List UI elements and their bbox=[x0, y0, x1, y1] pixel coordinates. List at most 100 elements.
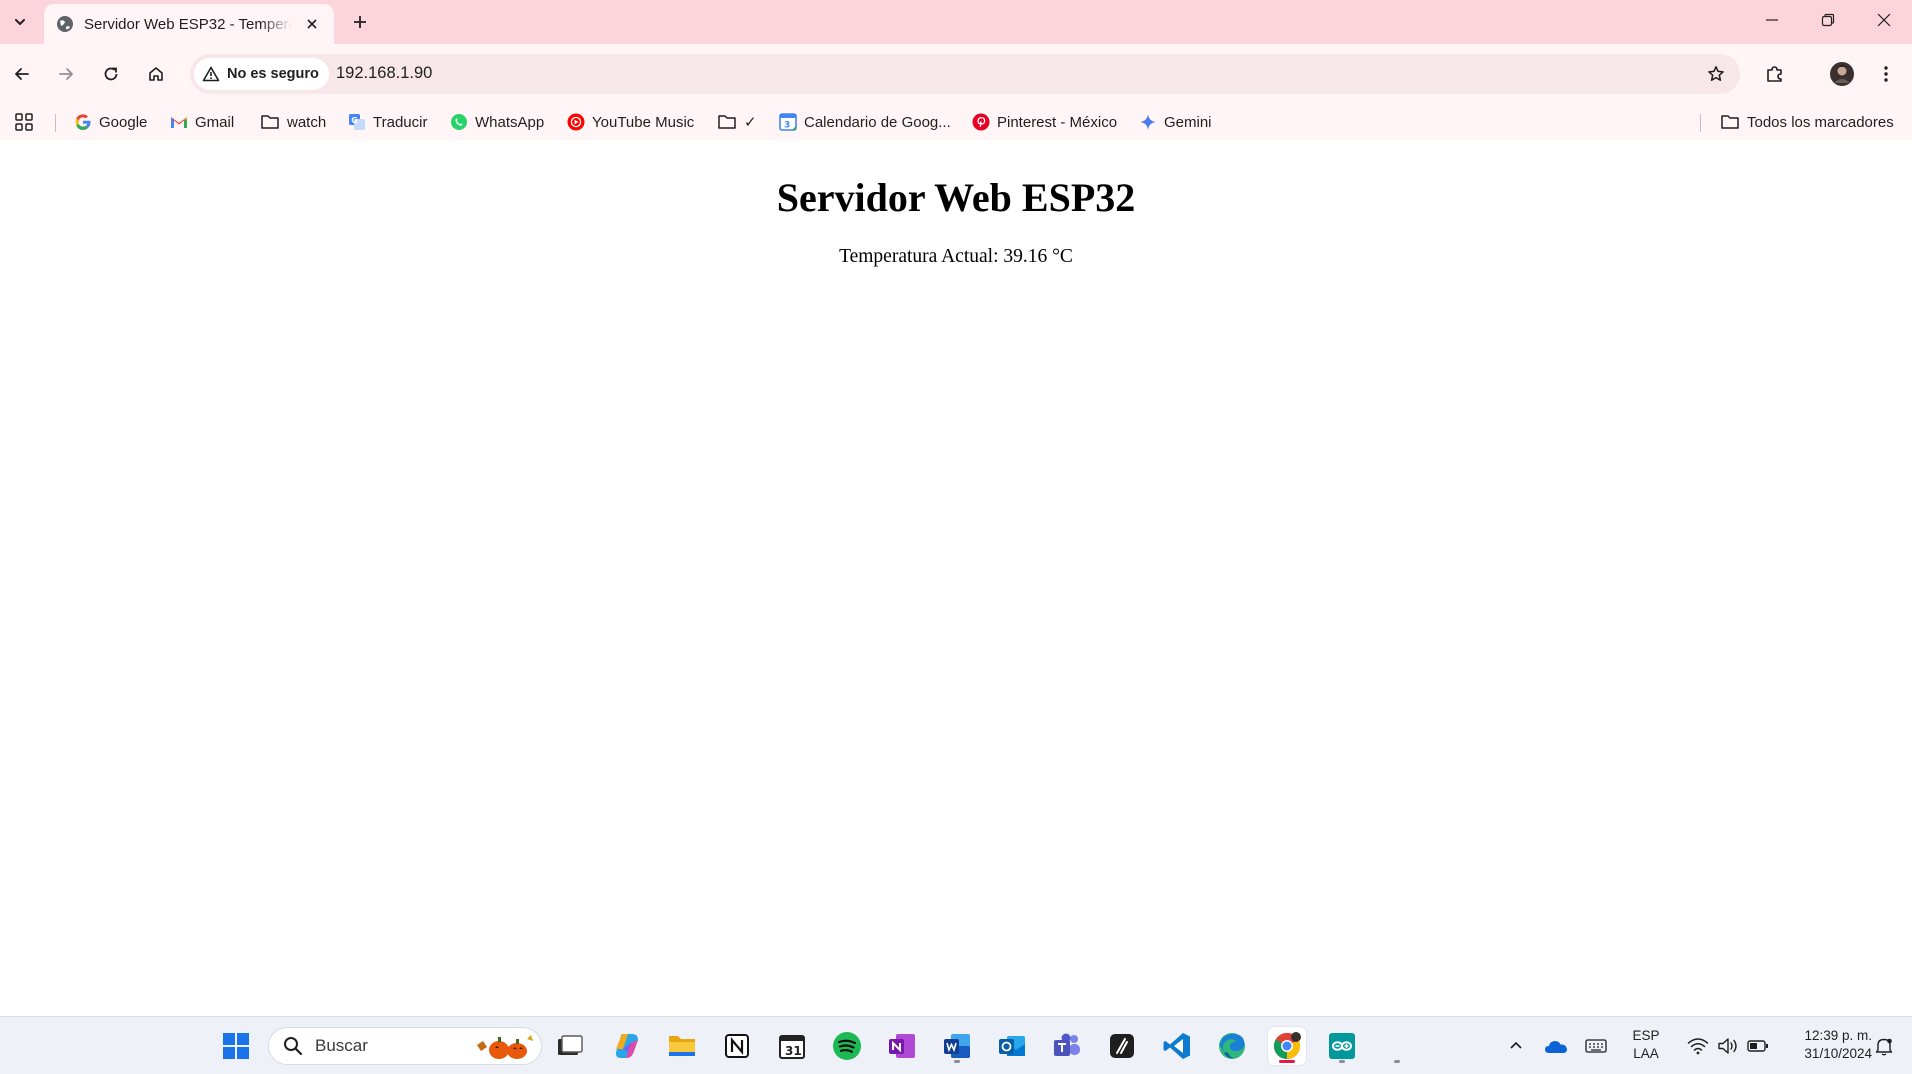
taskbar-hidden-app[interactable] bbox=[1378, 1027, 1416, 1065]
input-language-indicator[interactable]: ESP LAA bbox=[1626, 1027, 1666, 1063]
close-icon bbox=[1877, 13, 1891, 27]
bookmark-calendario[interactable]: 3 Calendario de Goog... bbox=[779, 110, 951, 134]
back-button[interactable] bbox=[6, 58, 38, 90]
active-tab[interactable]: Servidor Web ESP32 - Temperatura bbox=[44, 4, 334, 44]
bookmark-label: Calendario de Goog... bbox=[804, 113, 951, 131]
onenote-icon bbox=[889, 1034, 915, 1058]
bookmark-google[interactable]: Google bbox=[74, 110, 147, 134]
taskbar-edge[interactable] bbox=[1213, 1027, 1251, 1065]
pinterest-icon bbox=[972, 113, 990, 131]
taskbar-file-explorer[interactable] bbox=[663, 1027, 701, 1065]
bookmark-folder-watch[interactable]: watch bbox=[260, 110, 326, 134]
notion-icon bbox=[725, 1034, 749, 1058]
security-chip[interactable]: No es seguro bbox=[194, 58, 329, 90]
notifications-button[interactable] bbox=[1866, 1027, 1902, 1065]
arrow-right-icon bbox=[59, 68, 73, 80]
taskbar-calendar[interactable]: 31 bbox=[773, 1027, 811, 1065]
avatar bbox=[1830, 62, 1854, 86]
bookmark-folder-check[interactable]: ✓ bbox=[717, 110, 757, 134]
outlook-icon bbox=[999, 1036, 1025, 1056]
start-button[interactable] bbox=[217, 1027, 255, 1065]
taskbar-chrome[interactable] bbox=[1268, 1027, 1306, 1065]
minimize-button[interactable] bbox=[1744, 0, 1800, 40]
bookmark-pinterest[interactable]: Pinterest - México bbox=[972, 110, 1117, 134]
home-button[interactable] bbox=[140, 58, 172, 90]
taskbar-task-view[interactable] bbox=[551, 1027, 589, 1065]
taskbar-search[interactable]: Buscar bbox=[268, 1027, 542, 1065]
copilot-icon bbox=[615, 1034, 638, 1058]
bookmark-traducir[interactable]: G Traducir bbox=[348, 110, 427, 134]
taskbar-notion[interactable] bbox=[718, 1027, 756, 1065]
taskbar-vscode[interactable] bbox=[1158, 1027, 1196, 1065]
folder-icon bbox=[1721, 115, 1739, 129]
running-indicator bbox=[1339, 1060, 1345, 1063]
new-tab-button[interactable] bbox=[346, 8, 374, 36]
puzzle-icon bbox=[1767, 66, 1782, 82]
bookmark-gmail[interactable]: Gmail bbox=[170, 110, 234, 134]
minimize-icon bbox=[1766, 19, 1778, 21]
taskbar-arduino[interactable] bbox=[1323, 1027, 1361, 1065]
extensions-button[interactable] bbox=[1759, 58, 1791, 90]
tab-strip: Servidor Web ESP32 - Temperatura bbox=[0, 0, 1912, 44]
bookmark-gemini[interactable]: Gemini bbox=[1139, 110, 1212, 134]
calendar-icon: 3 bbox=[779, 113, 797, 131]
edge-icon bbox=[1219, 1033, 1245, 1059]
quick-settings-button[interactable] bbox=[1678, 1027, 1778, 1065]
security-chip-label: No es seguro bbox=[227, 66, 319, 82]
windows-logo-icon bbox=[223, 1033, 249, 1059]
bookmark-star-button[interactable] bbox=[1702, 60, 1730, 88]
youtube-music-icon bbox=[567, 113, 585, 131]
forward-button[interactable] bbox=[50, 58, 82, 90]
bookmark-youtube-music[interactable]: YouTube Music bbox=[567, 110, 694, 134]
restore-button[interactable] bbox=[1800, 0, 1856, 40]
onedrive-button[interactable] bbox=[1538, 1027, 1574, 1065]
tab-close-button[interactable] bbox=[302, 14, 322, 34]
keyboard-layout: LAA bbox=[1633, 1046, 1659, 1061]
taskbar-onenote[interactable] bbox=[883, 1027, 921, 1065]
plus-icon bbox=[354, 16, 366, 28]
menu-button[interactable] bbox=[1870, 58, 1902, 90]
clock-date: 31/10/2024 bbox=[1804, 1046, 1872, 1061]
close-window-button[interactable] bbox=[1856, 0, 1912, 40]
pumpkin-icon bbox=[477, 1035, 533, 1059]
translate-icon: G bbox=[349, 114, 365, 130]
tab-search-button[interactable] bbox=[6, 8, 34, 36]
svg-text:31: 31 bbox=[785, 1044, 802, 1058]
search-icon bbox=[284, 1037, 303, 1056]
taskbar-teams[interactable] bbox=[1048, 1027, 1086, 1065]
chevron-up-icon bbox=[1510, 1041, 1522, 1049]
close-icon bbox=[307, 19, 317, 29]
capcut-icon bbox=[1110, 1034, 1134, 1058]
profile-button[interactable] bbox=[1826, 58, 1858, 90]
show-hidden-icons-button[interactable] bbox=[1498, 1027, 1534, 1065]
clock[interactable]: 12:39 p. m. 31/10/2024 bbox=[1772, 1027, 1872, 1063]
bookmarks-bar: Google Gmail watch G Traducir WhatsApp Y… bbox=[0, 104, 1912, 140]
keyboard-button[interactable] bbox=[1578, 1027, 1614, 1065]
taskbar-copilot[interactable] bbox=[608, 1027, 646, 1065]
bookmark-whatsapp[interactable]: WhatsApp bbox=[450, 110, 544, 134]
bookmark-label: watch bbox=[287, 113, 327, 131]
search-placeholder: Buscar bbox=[315, 1036, 368, 1055]
tab-title: Servidor Web ESP32 - Temperatura bbox=[84, 15, 292, 33]
url-text[interactable]: 192.168.1.90 bbox=[336, 64, 432, 83]
all-bookmarks-label: Todos los marcadores bbox=[1747, 113, 1894, 131]
task-view-icon bbox=[558, 1035, 583, 1055]
address-bar[interactable]: No es seguro 192.168.1.90 bbox=[190, 54, 1740, 94]
taskbar-outlook[interactable] bbox=[993, 1027, 1031, 1065]
teams-icon bbox=[1054, 1033, 1080, 1056]
taskbar-capcut[interactable] bbox=[1103, 1027, 1141, 1065]
apps-button[interactable] bbox=[14, 110, 34, 134]
globe-icon bbox=[57, 16, 73, 32]
bookmark-label: WhatsApp bbox=[475, 113, 545, 131]
windows-taskbar: Buscar 31 ESP LAA 12:39 p. m. 31/10/2024 bbox=[0, 1016, 1912, 1074]
all-bookmarks-button[interactable]: Todos los marcadores bbox=[1720, 110, 1894, 134]
wifi-icon bbox=[1687, 1038, 1709, 1055]
google-icon bbox=[75, 114, 91, 130]
taskbar-word[interactable] bbox=[938, 1027, 976, 1065]
taskbar-spotify[interactable] bbox=[828, 1027, 866, 1065]
reload-button[interactable] bbox=[95, 58, 127, 90]
bookmark-label: Gemini bbox=[1164, 113, 1212, 131]
reload-icon bbox=[104, 67, 118, 81]
battery-icon bbox=[1747, 1040, 1768, 1052]
star-icon bbox=[1708, 66, 1724, 81]
